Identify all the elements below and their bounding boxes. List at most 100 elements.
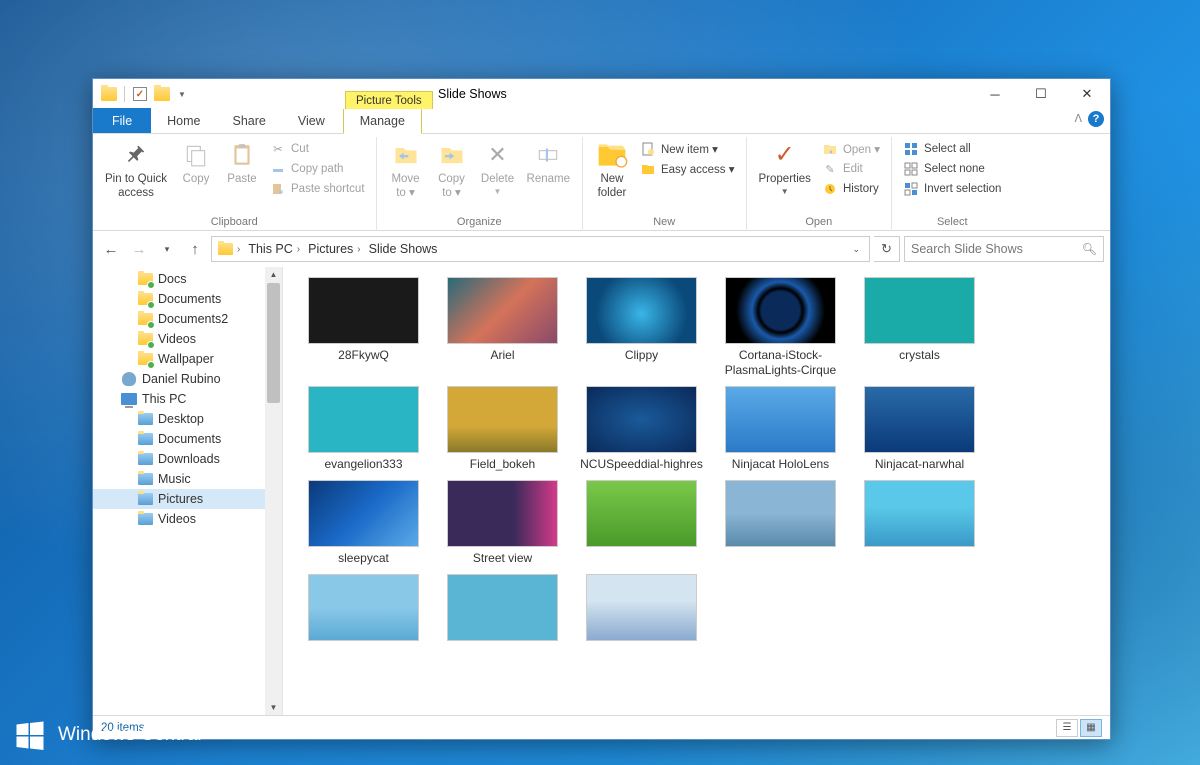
properties-button[interactable]: ✓Properties▼ bbox=[753, 137, 817, 196]
file-name: Street view bbox=[473, 551, 532, 566]
sidebar-item-desktop[interactable]: Desktop bbox=[93, 409, 282, 429]
sidebar-item-videos[interactable]: Videos bbox=[93, 329, 282, 349]
file-item[interactable]: Street view bbox=[436, 480, 569, 566]
status-bar: 20 items ☰ ▦ bbox=[93, 715, 1110, 739]
sidebar-item-documents[interactable]: Documents bbox=[93, 429, 282, 449]
file-item[interactable]: NCUSpeeddial-highres bbox=[575, 386, 708, 472]
clipboard-group: Pin to Quick access Copy Paste ✂Cut ▬Cop… bbox=[93, 137, 377, 231]
copy-button[interactable]: Copy bbox=[173, 137, 219, 187]
file-item[interactable] bbox=[436, 574, 569, 645]
edit-button[interactable]: ✎Edit bbox=[817, 159, 885, 179]
select-all-button[interactable]: Select all bbox=[898, 139, 1006, 159]
select-none-button[interactable]: Select none bbox=[898, 159, 1006, 179]
new-folder-button[interactable]: New folder bbox=[589, 137, 635, 201]
view-tab[interactable]: View bbox=[282, 108, 341, 133]
sidebar-item-pictures[interactable]: Pictures bbox=[93, 489, 282, 509]
properties-qat-icon[interactable]: ✓ bbox=[130, 84, 150, 104]
folder-blue-icon bbox=[137, 451, 153, 467]
scrollbar-thumb[interactable] bbox=[267, 283, 280, 403]
paste-button[interactable]: Paste bbox=[219, 137, 265, 187]
breadcrumb-item[interactable]: Slide Shows bbox=[366, 240, 441, 258]
thumbnail bbox=[725, 386, 836, 453]
invert-selection-button[interactable]: Invert selection bbox=[898, 179, 1006, 199]
file-item[interactable]: 28FkywQ bbox=[297, 277, 430, 378]
watermark: Windows Central bbox=[12, 717, 202, 753]
up-button[interactable]: ↑ bbox=[183, 237, 207, 261]
easy-access-button[interactable]: Easy access ▾ bbox=[635, 159, 740, 179]
sidebar-item-documents[interactable]: Documents bbox=[93, 289, 282, 309]
home-tab[interactable]: Home bbox=[151, 108, 216, 133]
breadcrumb-item[interactable]: This PC› bbox=[245, 240, 303, 258]
back-button[interactable]: ← bbox=[99, 237, 123, 261]
delete-icon: ✕ bbox=[482, 139, 514, 171]
search-input[interactable]: Search Slide Shows🔍︎ bbox=[904, 236, 1104, 262]
file-item[interactable] bbox=[297, 574, 430, 645]
copy-to-button[interactable]: Copy to ▾ bbox=[429, 137, 475, 201]
file-item[interactable]: evangelion333 bbox=[297, 386, 430, 472]
file-item[interactable]: Clippy bbox=[575, 277, 708, 378]
rename-button[interactable]: Rename bbox=[521, 137, 576, 187]
folder-blue-icon bbox=[137, 471, 153, 487]
file-item[interactable] bbox=[575, 480, 708, 566]
breadcrumb-item[interactable]: Pictures› bbox=[305, 240, 364, 258]
maximize-button[interactable]: ☐ bbox=[1018, 79, 1064, 109]
thumbnail bbox=[308, 277, 419, 344]
scroll-up-icon[interactable]: ▲ bbox=[268, 269, 279, 280]
minimize-button[interactable]: ─ bbox=[972, 79, 1018, 109]
breadcrumb-root-icon[interactable]: › bbox=[215, 241, 243, 257]
file-item[interactable]: Ninjacat HoloLens bbox=[714, 386, 847, 472]
file-tab[interactable]: File bbox=[93, 108, 151, 133]
scrollbar[interactable]: ▲ ▼ bbox=[265, 267, 282, 715]
file-item[interactable]: Ninjacat-narwhal bbox=[853, 386, 986, 472]
file-name: Ariel bbox=[490, 348, 514, 363]
forward-button[interactable]: → bbox=[127, 237, 151, 261]
qat-dropdown-icon[interactable]: ▼ bbox=[174, 90, 190, 99]
address-bar[interactable]: › This PC› Pictures› Slide Shows ⌄ bbox=[211, 236, 870, 262]
cut-button[interactable]: ✂Cut bbox=[265, 139, 370, 159]
file-item[interactable]: Ariel bbox=[436, 277, 569, 378]
file-item[interactable] bbox=[853, 480, 986, 566]
open-button[interactable]: Open ▾ bbox=[817, 139, 885, 159]
close-button[interactable]: ✕ bbox=[1064, 79, 1110, 109]
file-item[interactable]: Field_bokeh bbox=[436, 386, 569, 472]
thumbnails-view-button[interactable]: ▦ bbox=[1080, 719, 1102, 737]
help-icon[interactable]: ? bbox=[1088, 111, 1104, 127]
new-item-button[interactable]: New item ▾ bbox=[635, 139, 740, 159]
details-view-button[interactable]: ☰ bbox=[1056, 719, 1078, 737]
select-all-icon bbox=[903, 141, 919, 157]
move-to-button[interactable]: Move to ▾ bbox=[383, 137, 429, 201]
manage-tab[interactable]: Manage bbox=[343, 109, 422, 134]
new-folder-qat-icon[interactable] bbox=[152, 84, 172, 104]
file-item[interactable]: sleepycat bbox=[297, 480, 430, 566]
folder-blue-icon bbox=[137, 511, 153, 527]
file-name: NCUSpeeddial-highres bbox=[580, 457, 703, 472]
file-item[interactable]: crystals bbox=[853, 277, 986, 378]
sidebar-item-documents2[interactable]: Documents2 bbox=[93, 309, 282, 329]
refresh-button[interactable]: ↻ bbox=[874, 236, 900, 262]
collapse-ribbon-icon[interactable]: ᐱ bbox=[1074, 112, 1082, 125]
file-name: Ninjacat-narwhal bbox=[875, 457, 964, 472]
recent-dropdown-icon[interactable]: ▾ bbox=[155, 237, 179, 261]
share-tab[interactable]: Share bbox=[217, 108, 282, 133]
navigation-pane[interactable]: DocsDocumentsDocuments2VideosWallpaperDa… bbox=[93, 267, 283, 715]
sidebar-item-docs[interactable]: Docs bbox=[93, 269, 282, 289]
file-list[interactable]: 28FkywQ Ariel ClippyCortana-iStock-PlasmaL… bbox=[283, 267, 1110, 715]
file-item[interactable] bbox=[575, 574, 708, 645]
sidebar-item-videos[interactable]: Videos bbox=[93, 509, 282, 529]
paste-shortcut-button[interactable]: Paste shortcut bbox=[265, 179, 370, 199]
sidebar-item-music[interactable]: Music bbox=[93, 469, 282, 489]
file-item[interactable] bbox=[714, 480, 847, 566]
new-folder-icon bbox=[596, 139, 628, 171]
thumbnail bbox=[447, 574, 558, 641]
scroll-down-icon[interactable]: ▼ bbox=[268, 702, 279, 713]
history-button[interactable]: History bbox=[817, 179, 885, 199]
sidebar-item-this-pc[interactable]: This PC bbox=[93, 389, 282, 409]
sidebar-item-daniel-rubino[interactable]: Daniel Rubino bbox=[93, 369, 282, 389]
sidebar-item-wallpaper[interactable]: Wallpaper bbox=[93, 349, 282, 369]
address-dropdown-icon[interactable]: ⌄ bbox=[846, 244, 866, 255]
sidebar-item-downloads[interactable]: Downloads bbox=[93, 449, 282, 469]
file-item[interactable]: Cortana-iStock-PlasmaLights-Cirque bbox=[714, 277, 847, 378]
pin-to-quick-access-button[interactable]: Pin to Quick access bbox=[99, 137, 173, 201]
delete-button[interactable]: ✕Delete▼ bbox=[475, 137, 521, 196]
copy-path-button[interactable]: ▬Copy path bbox=[265, 159, 370, 179]
